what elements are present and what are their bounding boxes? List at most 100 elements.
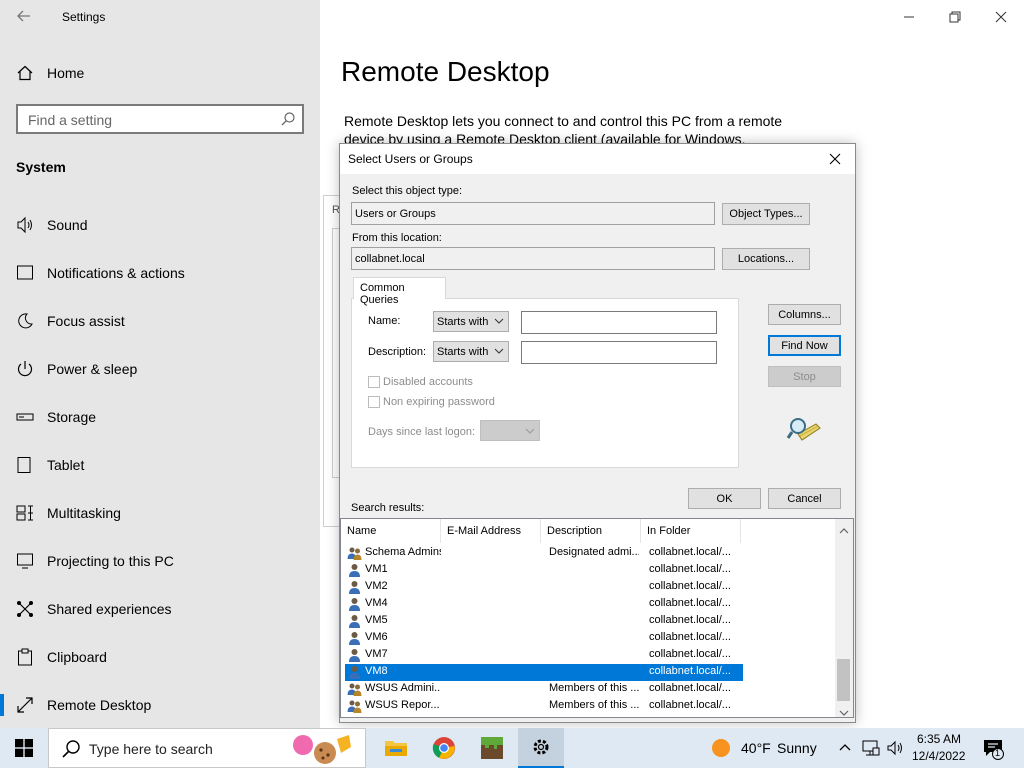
settings-taskbar-icon[interactable] [518, 728, 564, 768]
table-row[interactable]: VM6 collabnet.local/... [345, 630, 743, 647]
user-icon [347, 597, 362, 612]
location-label: From this location: [352, 232, 442, 244]
location-value: collabnet.local [355, 252, 425, 265]
table-row[interactable]: VM7 collabnet.local/... [345, 647, 743, 664]
clock-date[interactable]: 12/4/2022 [912, 749, 965, 763]
sidebar-home[interactable]: Home [16, 61, 84, 85]
name-input[interactable] [521, 311, 717, 334]
cell-name: VM4 [365, 597, 388, 609]
table-row[interactable]: VM5 collabnet.local/... [345, 613, 743, 630]
weather-widget[interactable]: 40°F Sunny [708, 728, 828, 768]
non-expiring-checkbox[interactable] [368, 396, 380, 408]
notification-count: 1 [995, 748, 1001, 758]
table-row[interactable]: WSUS Admini... Members of this ... collabn… [345, 681, 743, 698]
find-now-button[interactable]: Find Now [768, 335, 841, 356]
group-icon [347, 699, 362, 714]
tab-common-queries-label: Common Queries [360, 282, 405, 306]
disabled-accounts-label: Disabled accounts [383, 376, 473, 388]
description-input[interactable] [521, 341, 717, 364]
dialog-close-icon[interactable] [826, 150, 844, 168]
column-header[interactable]: Description [541, 519, 641, 543]
active-indicator [0, 694, 4, 716]
projecting-icon [16, 552, 34, 570]
name-mode-select[interactable]: Starts with [433, 311, 509, 332]
table-row[interactable]: VM4 collabnet.local/... [345, 596, 743, 613]
search-icon [280, 111, 296, 127]
ok-button[interactable]: OK [688, 488, 761, 509]
sidebar-home-label: Home [47, 65, 85, 81]
find-setting-input[interactable]: Find a setting [16, 104, 304, 134]
cell-folder: collabnet.local/... [649, 546, 731, 558]
sidebar-item-projecting-to-this-pc[interactable]: Projecting to this PC [16, 549, 174, 573]
sidebar-item-multitasking[interactable]: Multitasking [16, 501, 121, 525]
user-icon [347, 563, 362, 578]
volume-icon[interactable] [886, 739, 904, 762]
sidebar-item-focus-assist[interactable]: Focus assist [16, 309, 125, 333]
sidebar-item-label: Sound [47, 217, 88, 233]
table-row[interactable]: VM1 collabnet.local/... [345, 562, 743, 579]
file-explorer-icon[interactable] [374, 728, 418, 768]
sidebar-item-power-sleep[interactable]: Power & sleep [16, 357, 137, 381]
sidebar-item-label: Shared experiences [47, 601, 172, 617]
notification-center-icon[interactable]: 1 [982, 738, 1006, 760]
object-types-button[interactable]: Object Types... [722, 203, 810, 225]
column-header[interactable]: In Folder [641, 519, 741, 543]
minecraft-icon[interactable] [470, 728, 514, 768]
sidebar-item-storage[interactable]: Storage [16, 405, 96, 429]
sidebar-item-tablet[interactable]: Tablet [16, 453, 84, 477]
cell-folder: collabnet.local/... [649, 665, 731, 677]
minimize-button[interactable] [886, 6, 932, 28]
column-header[interactable]: Name [341, 519, 441, 543]
chevron-up-icon[interactable] [838, 741, 852, 760]
cancel-button[interactable]: Cancel [768, 488, 841, 509]
select-users-dialog: Select Users or Groups Select this objec… [339, 143, 856, 723]
back-arrow-icon[interactable] [14, 6, 34, 26]
scroll-down-icon[interactable] [838, 705, 850, 723]
sidebar-item-label: Notifications & actions [47, 265, 185, 281]
table-row[interactable]: VM2 collabnet.local/... [345, 579, 743, 596]
results-scrollbar[interactable] [835, 519, 853, 717]
shared-icon [16, 600, 34, 618]
page-title: Remote Desktop [341, 56, 550, 87]
sidebar-item-remote-desktop[interactable]: Remote Desktop [16, 693, 151, 717]
scrollbar-thumb[interactable] [837, 659, 850, 701]
scroll-up-icon[interactable] [838, 523, 850, 541]
user-icon [347, 648, 362, 663]
cell-name: WSUS Admini... [365, 682, 441, 694]
close-button[interactable] [978, 6, 1024, 28]
days-since-logon-select[interactable] [480, 420, 540, 441]
column-header[interactable]: E-Mail Address [441, 519, 541, 543]
sidebar-item-notifications-actions[interactable]: Notifications & actions [16, 261, 185, 285]
search-results-label: Search results: [351, 502, 425, 514]
columns-button[interactable]: Columns... [768, 304, 841, 325]
dialog-title: Select Users or Groups [348, 152, 473, 166]
disabled-accounts-checkbox[interactable] [368, 376, 380, 388]
table-row[interactable]: Schema Admins Designated admi... collabnet… [345, 545, 743, 562]
network-icon[interactable] [862, 739, 880, 762]
sidebar-item-clipboard[interactable]: Clipboard [16, 645, 107, 669]
object-type-label: Select this object type: [352, 185, 463, 197]
tab-common-queries[interactable]: Common Queries [353, 277, 446, 306]
sidebar-item-label: Focus assist [47, 313, 125, 329]
notification-icon [16, 264, 34, 282]
sidebar-item-shared-experiences[interactable]: Shared experiences [16, 597, 172, 621]
search-results-list[interactable]: Name E-Mail Address Description In Folder S… [340, 518, 854, 718]
clock-time[interactable]: 6:35 AM [917, 732, 961, 746]
sidebar-item-sound[interactable]: Sound [16, 213, 87, 237]
cell-folder: collabnet.local/... [649, 563, 731, 575]
chrome-icon[interactable] [422, 728, 466, 768]
table-row[interactable]: WSUS Repor... Members of this ... collabne… [345, 698, 743, 715]
tab-panel: Name: Starts with Description: Starts wi… [351, 298, 739, 468]
locations-button[interactable]: Locations... [722, 248, 810, 270]
table-row[interactable]: VM8 collabnet.local/... [345, 664, 743, 681]
gear-icon [533, 739, 549, 755]
cell-name: WSUS Repor... [365, 699, 440, 711]
sidebar-item-label: Projecting to this PC [47, 553, 174, 569]
start-button[interactable] [0, 728, 48, 768]
taskbar-search-box[interactable]: Type here to search [48, 728, 366, 768]
user-icon [347, 631, 362, 646]
restore-button[interactable] [932, 6, 978, 28]
description-mode-select[interactable]: Starts with [433, 341, 509, 362]
cell-name: VM5 [365, 614, 388, 626]
stop-button[interactable]: Stop [768, 366, 841, 387]
